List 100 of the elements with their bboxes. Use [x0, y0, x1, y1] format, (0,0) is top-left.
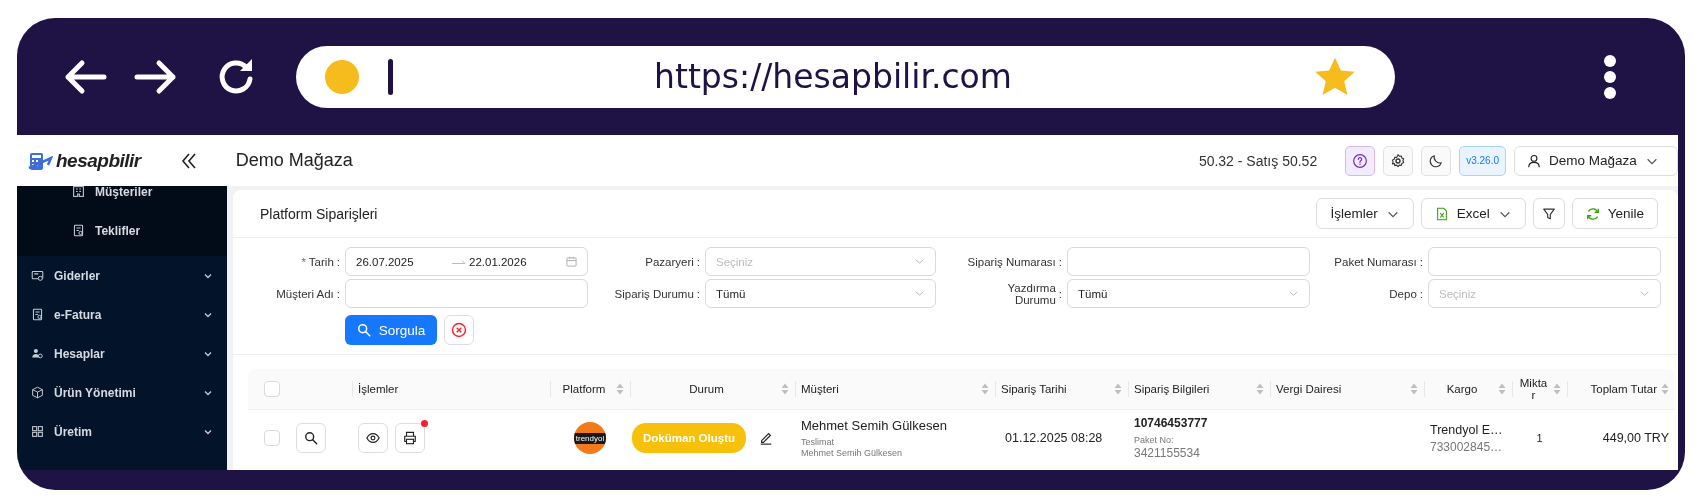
label-colon: :	[336, 287, 340, 300]
box-icon	[31, 386, 44, 399]
building-icon	[72, 186, 85, 198]
address-bar[interactable]: https://hesapbilir.com	[296, 45, 1395, 108]
document-icon	[72, 224, 85, 237]
edit-icon[interactable]	[759, 431, 773, 445]
order-date: 01.12.2025 08:28	[1004, 431, 1103, 445]
view-button[interactable]	[358, 423, 388, 453]
caret-icon	[1639, 288, 1650, 299]
caret-icon	[914, 288, 925, 299]
checkbox[interactable]	[264, 430, 280, 446]
caret-icon	[1288, 288, 1299, 299]
user-icon	[1527, 153, 1541, 168]
checkbox[interactable]	[264, 381, 280, 397]
help-button[interactable]	[1345, 145, 1376, 176]
sidebar-item[interactable]: Teklifler	[17, 211, 227, 250]
sidebar-item[interactable]: Giderler	[17, 256, 227, 295]
site-icon	[325, 59, 359, 94]
filter-button[interactable]	[1532, 198, 1565, 229]
column-header[interactable]: Vergi Dairesi	[1276, 383, 1406, 395]
delivery-name: Mehmet Semih Gülkesen	[801, 447, 903, 459]
tracking-number: 733002845…	[1430, 439, 1503, 454]
sidebar-item[interactable]: e-Fatura	[17, 295, 227, 334]
field-label: Sipariş Numarası	[967, 255, 1056, 268]
label-colon: :	[1419, 287, 1423, 300]
order-number: 10746453777	[1134, 416, 1208, 430]
field-label: Sipariş Durumu	[614, 287, 694, 300]
menu-icon[interactable]	[1603, 53, 1617, 100]
wallet-icon	[31, 269, 44, 282]
search-button[interactable]	[296, 423, 326, 453]
calendar-icon	[566, 256, 577, 267]
column-header[interactable]: Sipariş Bilgileri	[1134, 383, 1252, 395]
printer-icon	[403, 431, 417, 445]
field-label: Pazaryeri	[645, 255, 694, 268]
grid-icon	[31, 425, 44, 438]
document-icon	[31, 308, 44, 321]
platform-logo: trendyol	[574, 422, 606, 454]
refresh-button[interactable]: Yenile	[1571, 198, 1658, 229]
theme-button[interactable]	[1421, 145, 1452, 176]
version-badge: v3.26.0	[1459, 145, 1506, 176]
user-menu[interactable]: Demo Mağaza	[1514, 145, 1678, 176]
sidebar-item[interactable]: Müşteriler	[17, 186, 227, 211]
quantity: 1	[1535, 432, 1544, 444]
select-field[interactable]: Tümü	[705, 279, 936, 308]
column-header[interactable]: Müşteri	[801, 383, 977, 395]
column-header[interactable]: Sipariş Tarihi	[1001, 383, 1110, 395]
spreadsheet-icon	[1434, 206, 1449, 221]
actions-dropdown[interactable]: İşlemler	[1316, 198, 1414, 229]
exchange-rate: 50.32 - Satış 50.52	[1198, 152, 1318, 169]
close-icon	[451, 322, 467, 338]
field-label: Müşteri Adı	[276, 287, 334, 300]
search-icon	[356, 323, 371, 337]
required-mark: *	[301, 255, 306, 268]
excel-button[interactable]: Excel	[1420, 198, 1526, 229]
filter-icon	[1541, 206, 1556, 221]
label-colon: :	[1419, 255, 1423, 268]
total-amount: 449,00 TRY	[1601, 431, 1669, 445]
eye-icon	[366, 431, 380, 445]
label-colon: :	[1058, 255, 1062, 268]
package-number: 3421155534	[1134, 446, 1200, 460]
store-name: Demo Mağaza	[235, 150, 353, 171]
settings-icon	[1390, 151, 1407, 170]
column-header[interactable]: Kargo	[1430, 383, 1494, 395]
search-button[interactable]: Sorgula	[345, 315, 437, 345]
field-label: Tarih	[308, 255, 334, 268]
input-field[interactable]	[1428, 247, 1661, 276]
card-title: Platform Siparişleri	[260, 205, 378, 222]
collapse-icon[interactable]	[179, 151, 198, 170]
sidebar-item[interactable]: Hesaplar	[17, 334, 227, 373]
label-colon: :	[696, 287, 700, 300]
status-badge: Doküman Oluştu	[632, 423, 746, 453]
settings-button[interactable]	[1383, 145, 1414, 176]
column-header[interactable]: Durum	[636, 383, 777, 395]
field-label: Depo	[1389, 287, 1417, 300]
sidebar-item[interactable]: Üretim	[17, 412, 227, 451]
clear-button[interactable]	[444, 315, 474, 345]
caret-icon	[914, 256, 925, 267]
delivery-label: Teslimat	[801, 436, 834, 448]
help-icon	[1352, 151, 1369, 170]
search-icon	[304, 431, 318, 445]
field-label: Yazdırma Durumu	[1006, 281, 1056, 306]
people-icon	[31, 347, 44, 360]
label-colon: :	[336, 255, 340, 268]
input-field[interactable]	[345, 279, 588, 308]
field-label: Paket Numarası	[1334, 255, 1417, 268]
date-range-field[interactable]: 26.07.2025 22.01.2026	[345, 247, 588, 276]
column-header[interactable]: Platform	[556, 383, 612, 395]
refresh-icon	[1585, 206, 1600, 221]
sidebar-item[interactable]: Ürün Yönetimi	[17, 373, 227, 412]
package-label: Paket No:	[1134, 435, 1174, 446]
print-button[interactable]	[395, 423, 425, 453]
column-header: İşlemler	[358, 383, 400, 395]
select-field[interactable]: Tümü	[1067, 279, 1310, 308]
input-field[interactable]	[1067, 247, 1310, 276]
label-colon: :	[1058, 287, 1062, 300]
column-header[interactable]: Toplam Tutar	[1573, 383, 1657, 395]
logo-text[interactable]: hesapbilir	[56, 149, 141, 172]
carrier-name: Trendyol E…	[1430, 422, 1503, 437]
customer-name: Mehmet Semih Gülkesen	[801, 417, 947, 433]
column-header[interactable]: Miktar	[1518, 377, 1549, 401]
